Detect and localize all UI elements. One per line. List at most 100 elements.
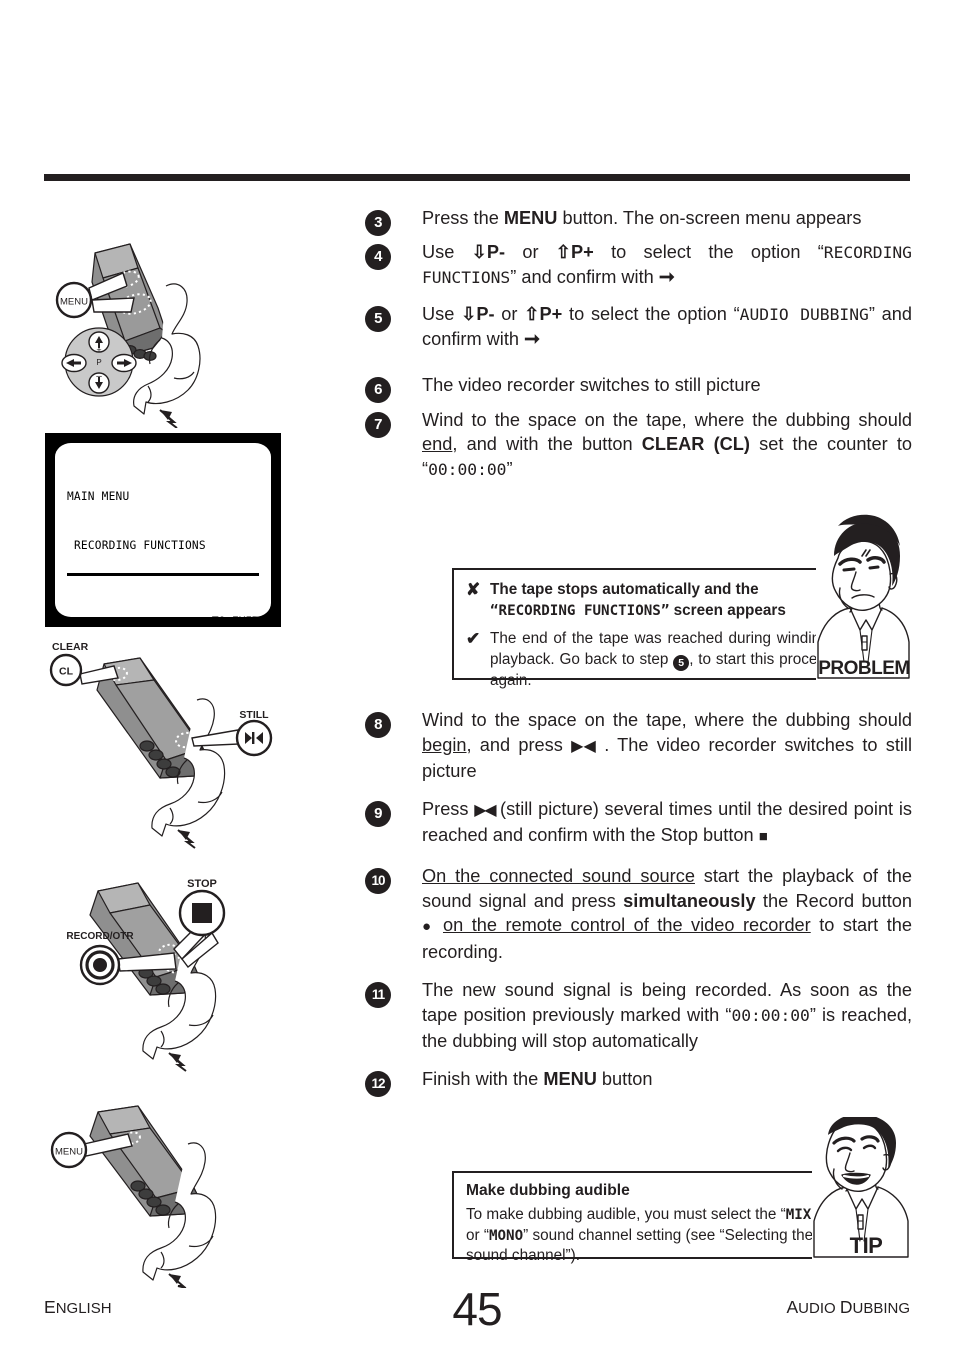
cross-icon: ✘ <box>466 580 481 599</box>
step-3-menu-keyword: MENU <box>503 208 558 228</box>
callout-label-menu-bottom: MENU <box>55 1147 83 1158</box>
callout-label-clear: CLEAR <box>52 641 89 653</box>
step-number-badge: 8 <box>365 712 391 738</box>
step-6: 6 The video recorder switches to still p… <box>360 373 912 403</box>
step-10-text: On the connected sound source start the … <box>422 864 912 964</box>
step-8-frag-a: Wind to the space on the tape, where the… <box>422 710 912 730</box>
step-11-counter-value: 00:00:00 <box>731 1005 810 1025</box>
osd-menu-screen: MAIN MENU RECORDING FUNCTIONS ●→ ↓ RECOR… <box>45 433 281 627</box>
step-12-menu-keyword: MENU <box>543 1069 597 1090</box>
arrow-down-icon: ⇩ <box>461 303 477 324</box>
problem-badge-label: PROBLEM <box>818 658 910 679</box>
osd-title: MAIN MENU <box>67 490 130 504</box>
step-number-badge: 4 <box>365 243 391 270</box>
step-12-frag-a: Finish with the <box>422 1069 544 1090</box>
step-7-end-emphasis: end <box>422 434 453 455</box>
step-number-badge: 12 <box>365 1071 391 1098</box>
manual-page: MENU P + – MAIN MENU RECORDING FUNCTIONS… <box>0 0 954 1351</box>
footer-section: AUDIO DUBBING <box>786 1297 910 1318</box>
p-plus-label: P+ <box>539 303 563 324</box>
footer-section-rest-a: UDIO <box>798 1300 840 1317</box>
step-8: 8 Wind to the space on the tape, where t… <box>360 708 912 784</box>
step-7-counter-value: 00:00:00 <box>428 459 507 479</box>
tip-body: To make dubbing audible, you must select… <box>466 1205 818 1267</box>
step-5-frag-sel: to select the option “ <box>562 303 740 324</box>
callout-label-still: STILL <box>239 709 269 721</box>
still-icon: ▶◀ <box>571 737 599 755</box>
step-9-text: Press ▶◀ (still picture) several times u… <box>422 797 912 850</box>
step-7-frag-a: Wind to the space on the tape, where the… <box>422 409 912 430</box>
footer-section-initial-b: D <box>839 1297 853 1317</box>
p-plus-label: P+ <box>571 241 594 262</box>
step-4-frag-sel: to select the option “ <box>593 241 824 262</box>
step-6-text: The video recorder switches to still pic… <box>422 374 761 395</box>
step-5: 5 Use ⇩P- or ⇧P+ to select the option “A… <box>360 302 912 353</box>
step-10-frag-c: the Record button <box>755 890 913 911</box>
problem-description: The tape stops automatically and the “REC… <box>490 580 786 621</box>
tip-frag-a: To make dubbing audible, you must select… <box>466 1206 786 1223</box>
header-rule <box>44 174 910 181</box>
step-8-text: Wind to the space on the tape, where the… <box>422 708 912 784</box>
illustration-remote-menu-bottom: MENU <box>42 1098 290 1288</box>
tip-character-illustration: TIP <box>812 1113 911 1259</box>
p-minus-label: P- <box>476 303 495 324</box>
solution-description: The end of the tape was reached during w… <box>490 629 848 691</box>
step-3-text: Press the MENU button. The on-screen men… <box>422 206 912 231</box>
tip-badge-label: TIP <box>850 1233 883 1258</box>
step-number-badge: 7 <box>365 411 391 438</box>
step-9-frag-a: Press <box>422 798 475 819</box>
step-4-frag-or: or <box>505 241 556 262</box>
solution-step-badge: 5 <box>673 654 690 671</box>
step-7-frag-b: , and with the button <box>452 434 642 455</box>
osd-subtitle: RECORDING FUNCTIONS <box>74 539 206 553</box>
illustration-remote-clear-still: CL CLEAR STILL <box>42 638 290 853</box>
p-minus-label: P- <box>486 241 506 262</box>
step-5-option-value: AUDIO DUBBING <box>739 304 869 324</box>
step-8-begin-emphasis: begin <box>422 734 467 755</box>
step-11-text: The new sound signal is being recorded. … <box>422 978 912 1053</box>
step-number-badge: 9 <box>365 800 391 827</box>
p-minus-key: ⇩P- <box>461 304 494 324</box>
osd-footer: TO EXIT PRESS MENU <box>192 582 259 617</box>
step-10: 10 On the connected sound source start t… <box>360 864 912 964</box>
check-icon: ✔ <box>466 629 481 648</box>
osd-screen-inner: MAIN MENU RECORDING FUNCTIONS ●→ ↓ RECOR… <box>55 443 271 617</box>
step-3-frag-b: button. The on-screen menu appears <box>557 208 862 228</box>
callout-label-record-otr: RECORD/OTR <box>66 931 134 942</box>
cursor-pad-label-minus: – <box>96 371 102 382</box>
step-number-badge: 3 <box>365 210 391 236</box>
p-minus-key: ⇩P- <box>472 242 505 262</box>
arrow-right-icon: ➞ <box>658 267 675 289</box>
step-9: 9 Press ▶◀ (still picture) several times… <box>360 797 912 850</box>
arrow-up-icon: ⇧ <box>555 241 572 262</box>
step-number-badge: 6 <box>365 376 391 403</box>
callout-label-stop: STOP <box>187 878 217 890</box>
step-10-remote-emphasis: on the remote control of the video recor… <box>442 915 811 936</box>
step-4: 4 Use ⇩P- or ⇧P+ to select the option “R… <box>360 240 912 291</box>
p-plus-key: ⇧P+ <box>556 242 594 262</box>
problem-quoted-screen: “RECORDING FUNCTIONS” <box>490 602 670 619</box>
step-7: 7 Wind to the space on the tape, where t… <box>360 408 912 483</box>
step-7-clear-keyword: CLEAR (CL) <box>641 434 750 455</box>
osd-footer-line1: TO EXIT <box>192 614 259 617</box>
step-4-frag-use: Use <box>422 241 472 262</box>
step-3: 3 Press the MENU button. The on-screen m… <box>360 206 912 236</box>
callout-label-cl: CL <box>59 666 74 678</box>
problem-line1: The tape stops automatically and the <box>490 581 759 598</box>
step-5-text: Use ⇩P- or ⇧P+ to select the option “AUD… <box>422 302 912 353</box>
step-8-frag-b: , and press <box>466 734 572 755</box>
arrow-down-icon: ⇩ <box>471 241 487 262</box>
step-7-text: Wind to the space on the tape, where the… <box>422 408 912 483</box>
step-10-simultaneously-keyword: simultaneously <box>623 890 756 911</box>
step-3-frag-a: Press the <box>422 208 504 228</box>
step-12: 12 Finish with the MENU button <box>360 1067 912 1098</box>
step-number-badge: 10 <box>365 867 391 894</box>
step-5-frag-use: Use <box>422 303 462 324</box>
steps-list-lower: 8 Wind to the space on the tape, where t… <box>360 708 912 1101</box>
step-12-text: Finish with the MENU button <box>422 1067 912 1092</box>
tip-mono-value: MONO <box>488 1227 524 1244</box>
footer-section-initial-a: A <box>786 1297 799 1317</box>
step-7-frag-d: ” <box>506 458 513 479</box>
step-12-frag-b: button <box>596 1069 653 1090</box>
stop-icon: ■ <box>758 828 768 846</box>
